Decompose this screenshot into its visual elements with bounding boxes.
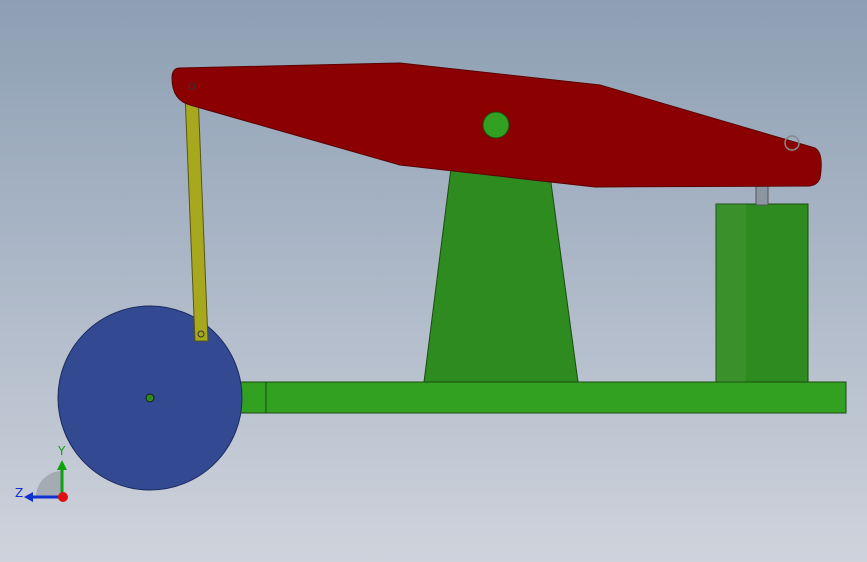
axis-y-label: Y	[57, 444, 66, 458]
connecting-rod[interactable]	[184, 92, 209, 342]
base-plate[interactable]	[239, 381, 847, 414]
axis-z-label: Z	[15, 486, 23, 500]
crank-axle	[145, 393, 155, 403]
axis-x-dot	[58, 492, 68, 502]
model-scene[interactable]: Y Z	[0, 0, 867, 562]
crank-disk[interactable]	[57, 305, 243, 491]
axis-triad: Y Z	[15, 444, 68, 502]
piston-rod[interactable]	[755, 183, 769, 206]
cylinder[interactable]	[715, 203, 809, 383]
3d-viewport[interactable]: Y Z	[0, 0, 867, 562]
beam-pivot	[482, 111, 510, 139]
walking-beam[interactable]	[171, 62, 822, 188]
support-frame[interactable]	[423, 167, 579, 383]
